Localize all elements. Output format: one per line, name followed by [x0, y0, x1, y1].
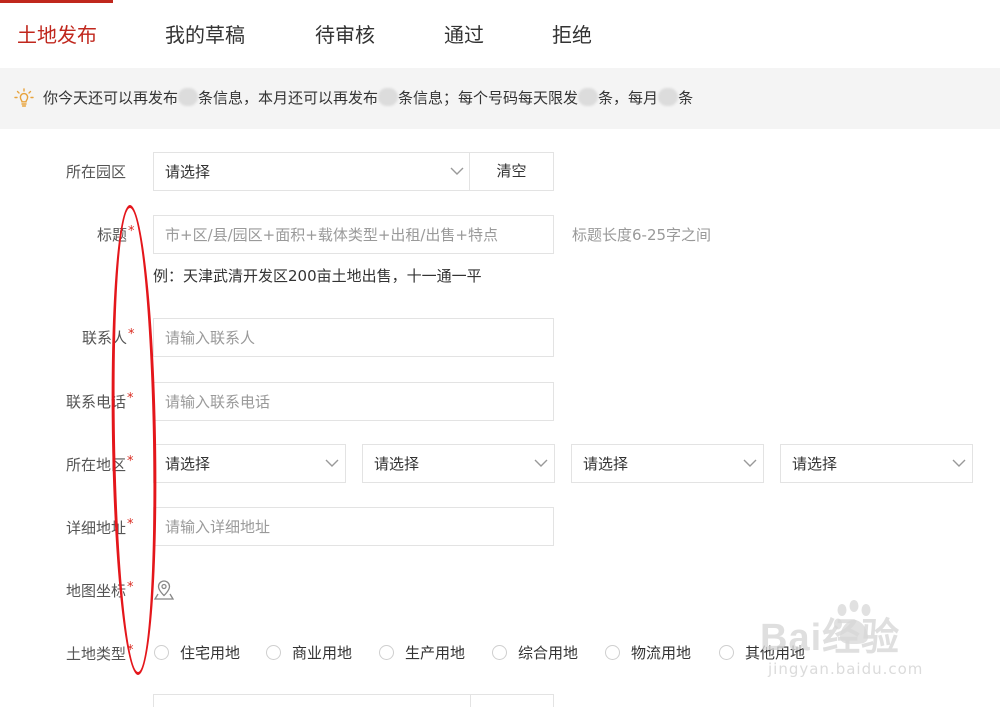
radio-label: 商业用地: [292, 644, 353, 662]
chevron-down-icon: [325, 459, 339, 467]
map-label-text: 地图坐标: [66, 582, 127, 600]
required-mark: *: [127, 391, 134, 406]
required-mark: *: [128, 327, 135, 342]
land-type-label: 土地类型*: [66, 643, 134, 664]
phone-label: 联系电话*: [66, 391, 134, 412]
region-label: 所在地区*: [66, 454, 134, 475]
notice-text-part: 条: [678, 89, 694, 107]
map-label: 地图坐标*: [66, 580, 134, 601]
tab-approved[interactable]: 通过: [444, 0, 484, 68]
contact-label-text: 联系人: [82, 329, 128, 347]
next-row-button[interactable]: [470, 694, 554, 707]
town-select[interactable]: 请选择: [780, 444, 973, 483]
required-mark: *: [127, 580, 134, 595]
tab-bar: 土地发布 我的草稿 待审核 通过 拒绝: [0, 0, 1000, 68]
required-mark: *: [128, 224, 135, 239]
notice-text-part: 条信息，本月还可以再发布: [198, 89, 379, 107]
radio-circle[interactable]: [719, 645, 734, 660]
park-select[interactable]: 请选择: [153, 152, 470, 191]
radio-label: 生产用地: [405, 644, 466, 662]
town-select-value: 请选择: [792, 455, 838, 473]
province-select-value: 请选择: [165, 455, 211, 473]
chevron-down-icon: [743, 459, 757, 467]
chevron-down-icon: [450, 167, 464, 175]
required-mark: *: [127, 643, 134, 658]
land-type-label-text: 土地类型: [66, 645, 127, 663]
park-select-value: 请选择: [165, 163, 211, 181]
phone-label-text: 联系电话: [66, 393, 127, 411]
radio-circle[interactable]: [379, 645, 394, 660]
address-label-text: 详细地址: [66, 519, 127, 537]
redacted-value: [658, 88, 679, 106]
clear-button[interactable]: 清空: [469, 152, 554, 191]
notice-text-part: 条信息；每个号码每天限发: [398, 89, 579, 107]
chevron-down-icon: [534, 459, 548, 467]
notice-text-part: 你今天还可以再发布: [43, 89, 179, 107]
tab-land-publish[interactable]: 土地发布: [17, 0, 97, 68]
quota-notice: 你今天还可以再发布 条信息，本月还可以再发布 条信息；每个号码每天限发 条，每月 条: [0, 68, 1000, 129]
radio-circle[interactable]: [492, 645, 507, 660]
address-label: 详细地址*: [66, 517, 134, 538]
radio-label: 物流用地: [631, 644, 692, 662]
redacted-value: [378, 88, 399, 106]
district-select[interactable]: 请选择: [571, 444, 764, 483]
contact-placeholder: 请输入联系人: [165, 329, 256, 347]
title-label: 标题*: [97, 224, 135, 245]
radio-circle[interactable]: [266, 645, 281, 660]
radio-label: 综合用地: [518, 644, 579, 662]
quota-notice-text: 你今天还可以再发布 条信息，本月还可以再发布 条信息；每个号码每天限发 条，每月 条: [43, 87, 693, 109]
park-label: 所在园区: [66, 161, 126, 182]
city-select[interactable]: 请选择: [362, 444, 555, 483]
contact-input[interactable]: 请输入联系人: [153, 318, 554, 357]
notice-text-part: 条，每月: [598, 89, 659, 107]
address-input[interactable]: 请输入详细地址: [153, 507, 554, 546]
title-placeholder: 市+区/县/园区+面积+载体类型+出租/出售+特点: [165, 226, 499, 244]
redacted-value: [578, 88, 599, 106]
address-placeholder: 请输入详细地址: [165, 518, 271, 536]
contact-label: 联系人*: [82, 327, 135, 348]
required-mark: *: [127, 517, 134, 532]
region-label-text: 所在地区: [66, 456, 127, 474]
tab-my-drafts[interactable]: 我的草稿: [165, 0, 245, 68]
paw-icon: [834, 600, 871, 644]
park-label-text: 所在园区: [66, 163, 127, 181]
title-label-text: 标题: [97, 226, 128, 244]
tab-rejected[interactable]: 拒绝: [552, 0, 592, 68]
radio-circle[interactable]: [605, 645, 620, 660]
province-select[interactable]: 请选择: [153, 444, 346, 483]
redacted-value: [178, 88, 199, 106]
title-length-hint: 标题长度6-25字之间: [572, 226, 712, 244]
required-mark: *: [127, 454, 134, 469]
radio-label: 其他用地: [745, 644, 806, 662]
chevron-down-icon: [952, 459, 966, 467]
map-pin-icon[interactable]: [153, 579, 175, 601]
title-input[interactable]: 市+区/县/园区+面积+载体类型+出租/出售+特点: [153, 215, 554, 254]
lightbulb-icon: [14, 88, 34, 107]
title-example: 例：天津武清开发区200亩土地出售，十一通一平: [153, 267, 482, 285]
radio-circle[interactable]: [154, 645, 169, 660]
radio-label: 住宅用地: [180, 644, 241, 662]
phone-placeholder: 请输入联系电话: [165, 393, 271, 411]
city-select-value: 请选择: [374, 455, 420, 473]
tab-pending-review[interactable]: 待审核: [315, 0, 375, 68]
district-select-value: 请选择: [583, 455, 629, 473]
phone-input[interactable]: 请输入联系电话: [153, 382, 554, 421]
